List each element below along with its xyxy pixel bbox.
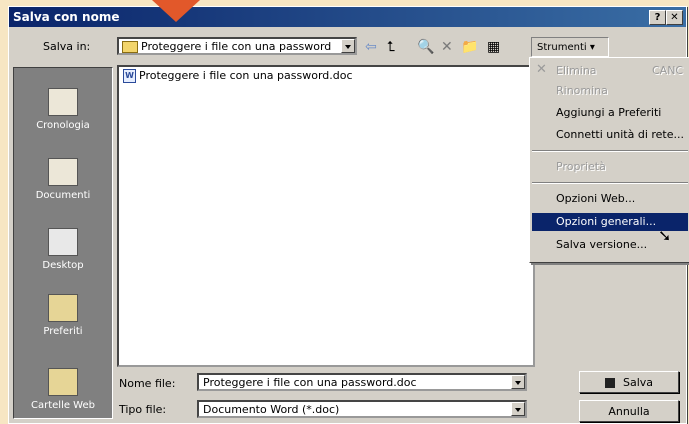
place-label: Documenti [35, 190, 91, 201]
menu-item-general-options[interactable]: Opzioni generali... [556, 215, 656, 228]
views-icon[interactable]: ▦ [487, 39, 500, 55]
place-web-folders[interactable]: Cartelle Web [14, 368, 112, 411]
new-folder-icon[interactable]: 📁 [461, 39, 478, 55]
help-button[interactable]: ? [649, 10, 666, 25]
chevron-down-icon[interactable] [341, 39, 355, 53]
cancel-button[interactable]: Annulla [579, 400, 679, 422]
save-button[interactable]: Salva [579, 371, 679, 393]
menu-shortcut-delete: CANC [652, 64, 684, 77]
word-doc-icon: W [123, 69, 136, 83]
chevron-down-icon[interactable] [511, 375, 525, 389]
file-name: Proteggere i file con una password.doc [139, 69, 353, 82]
filename-value: Proteggere i file con una password.doc [203, 376, 417, 389]
filename-field[interactable]: Proteggere i file con una password.doc [197, 373, 527, 391]
menu-item-web-options[interactable]: Opzioni Web... [556, 192, 635, 205]
back-icon[interactable]: ⇦ [365, 39, 377, 55]
save-in-label: Salva in: [43, 40, 91, 53]
menu-item-map-drive[interactable]: Connetti unità di rete... [556, 128, 684, 141]
web-folders-icon [48, 368, 78, 396]
favorites-icon [48, 294, 78, 322]
documents-icon [48, 158, 78, 186]
tools-menu-button[interactable]: Strumenti ▾ [531, 37, 609, 57]
place-label: Cronologia [36, 120, 90, 131]
menu-item-save-version[interactable]: Salva versione... [556, 238, 647, 251]
history-icon [48, 88, 78, 116]
delete-icon[interactable]: ✕ [441, 39, 453, 55]
save-button-label: Salva [622, 376, 654, 389]
menu-item-add-favorites[interactable]: Aggiungi a Preferiti [556, 106, 661, 119]
up-folder-icon[interactable]: ⮤ [387, 39, 395, 55]
save-in-value: Proteggere i file con una password [141, 40, 332, 53]
chevron-down-icon[interactable] [511, 402, 525, 416]
places-bar: Cronologia Documenti Desktop Preferiti C… [13, 67, 113, 419]
menu-separator [532, 150, 688, 152]
folder-icon [122, 41, 138, 53]
place-label: Desktop [42, 260, 84, 271]
place-documents[interactable]: Documenti [14, 158, 112, 201]
place-desktop[interactable]: Desktop [14, 228, 112, 271]
save-as-dialog: Salva con nome ? ✕ Salva in: Proteggere … [8, 6, 689, 424]
desktop-icon [48, 228, 78, 256]
place-label: Preferiti [43, 326, 83, 337]
search-web-icon[interactable]: 🔍 [417, 39, 434, 55]
place-label: Cartelle Web [31, 400, 95, 411]
delete-icon: ✕ [536, 62, 547, 77]
filetype-label: Tipo file: [119, 403, 167, 416]
place-history[interactable]: Cronologia [14, 88, 112, 131]
menu-item-delete[interactable]: Elimina [556, 64, 597, 77]
save-in-dropdown[interactable]: Proteggere i file con una password [117, 37, 357, 55]
menu-separator [532, 182, 688, 184]
mouse-cursor-icon: ➘ [658, 226, 672, 245]
title-bar: Salva con nome ? ✕ [9, 7, 686, 27]
filetype-dropdown[interactable]: Documento Word (*.doc) [197, 400, 527, 418]
close-button[interactable]: ✕ [666, 10, 683, 25]
place-favorites[interactable]: Preferiti [14, 294, 112, 337]
menu-item-rename[interactable]: Rinomina [556, 84, 608, 97]
list-item[interactable]: W Proteggere i file con una password.doc [123, 69, 353, 83]
file-list[interactable]: W Proteggere i file con una password.doc [117, 65, 535, 367]
callout-arrow [152, 0, 200, 22]
dialog-title: Salva con nome [13, 10, 120, 24]
filetype-value: Documento Word (*.doc) [203, 403, 340, 416]
menu-item-properties[interactable]: Proprietà [556, 160, 606, 173]
floppy-disk-icon [604, 378, 615, 388]
tools-menu: ✕ Elimina CANC Rinomina Aggiungi a Prefe… [529, 57, 689, 263]
tools-menu-label: Strumenti ▾ [537, 42, 595, 53]
filename-label: Nome file: [119, 377, 176, 390]
